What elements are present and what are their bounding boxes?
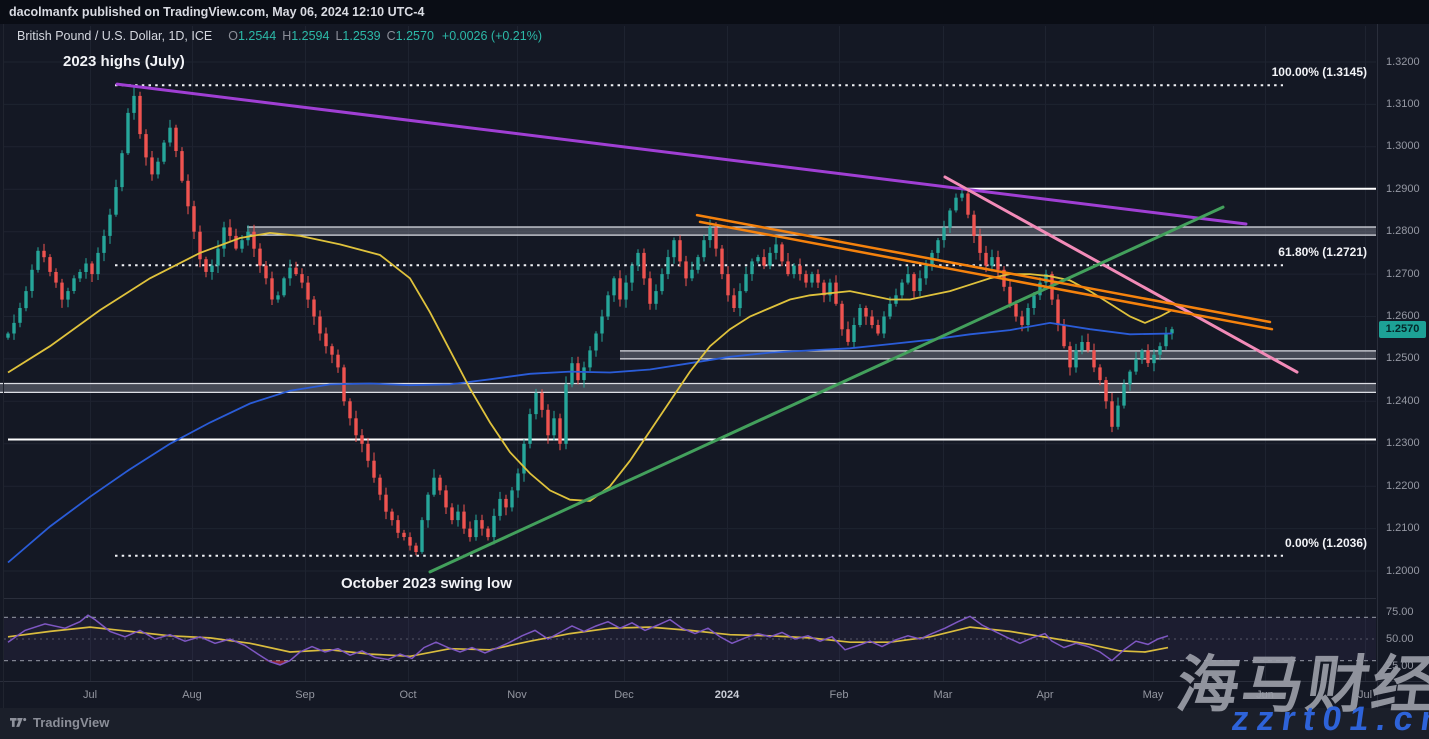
annotation-2023-highs[interactable]: 2023 highs (July) (63, 53, 185, 70)
open-value: 1.2544 (238, 29, 276, 43)
high-value: 1.2594 (291, 29, 329, 43)
rsi-pane[interactable] (4, 598, 1376, 681)
high-label: H (282, 29, 291, 43)
low-value: 1.2539 (342, 29, 380, 43)
price-pane[interactable] (4, 24, 1376, 598)
symbol-title: British Pound / U.S. Dollar, 1D, ICE (17, 29, 212, 43)
price-axis[interactable] (1377, 24, 1429, 681)
symbol-legend[interactable]: British Pound / U.S. Dollar, 1D, ICEO1.2… (17, 29, 542, 43)
change-value: +0.0026 (+0.21%) (442, 29, 542, 43)
open-label: O (228, 29, 238, 43)
watermark-site: zzrt01.cn (1229, 700, 1429, 739)
close-label: C (387, 29, 396, 43)
tradingview-brand[interactable]: TradingView (33, 715, 109, 730)
tradingview-logo-icon[interactable] (10, 716, 27, 730)
last-price-badge: 1.2570 (1379, 321, 1426, 338)
close-value: 1.2570 (396, 29, 434, 43)
annotation-october-low[interactable]: October 2023 swing low (341, 575, 512, 592)
